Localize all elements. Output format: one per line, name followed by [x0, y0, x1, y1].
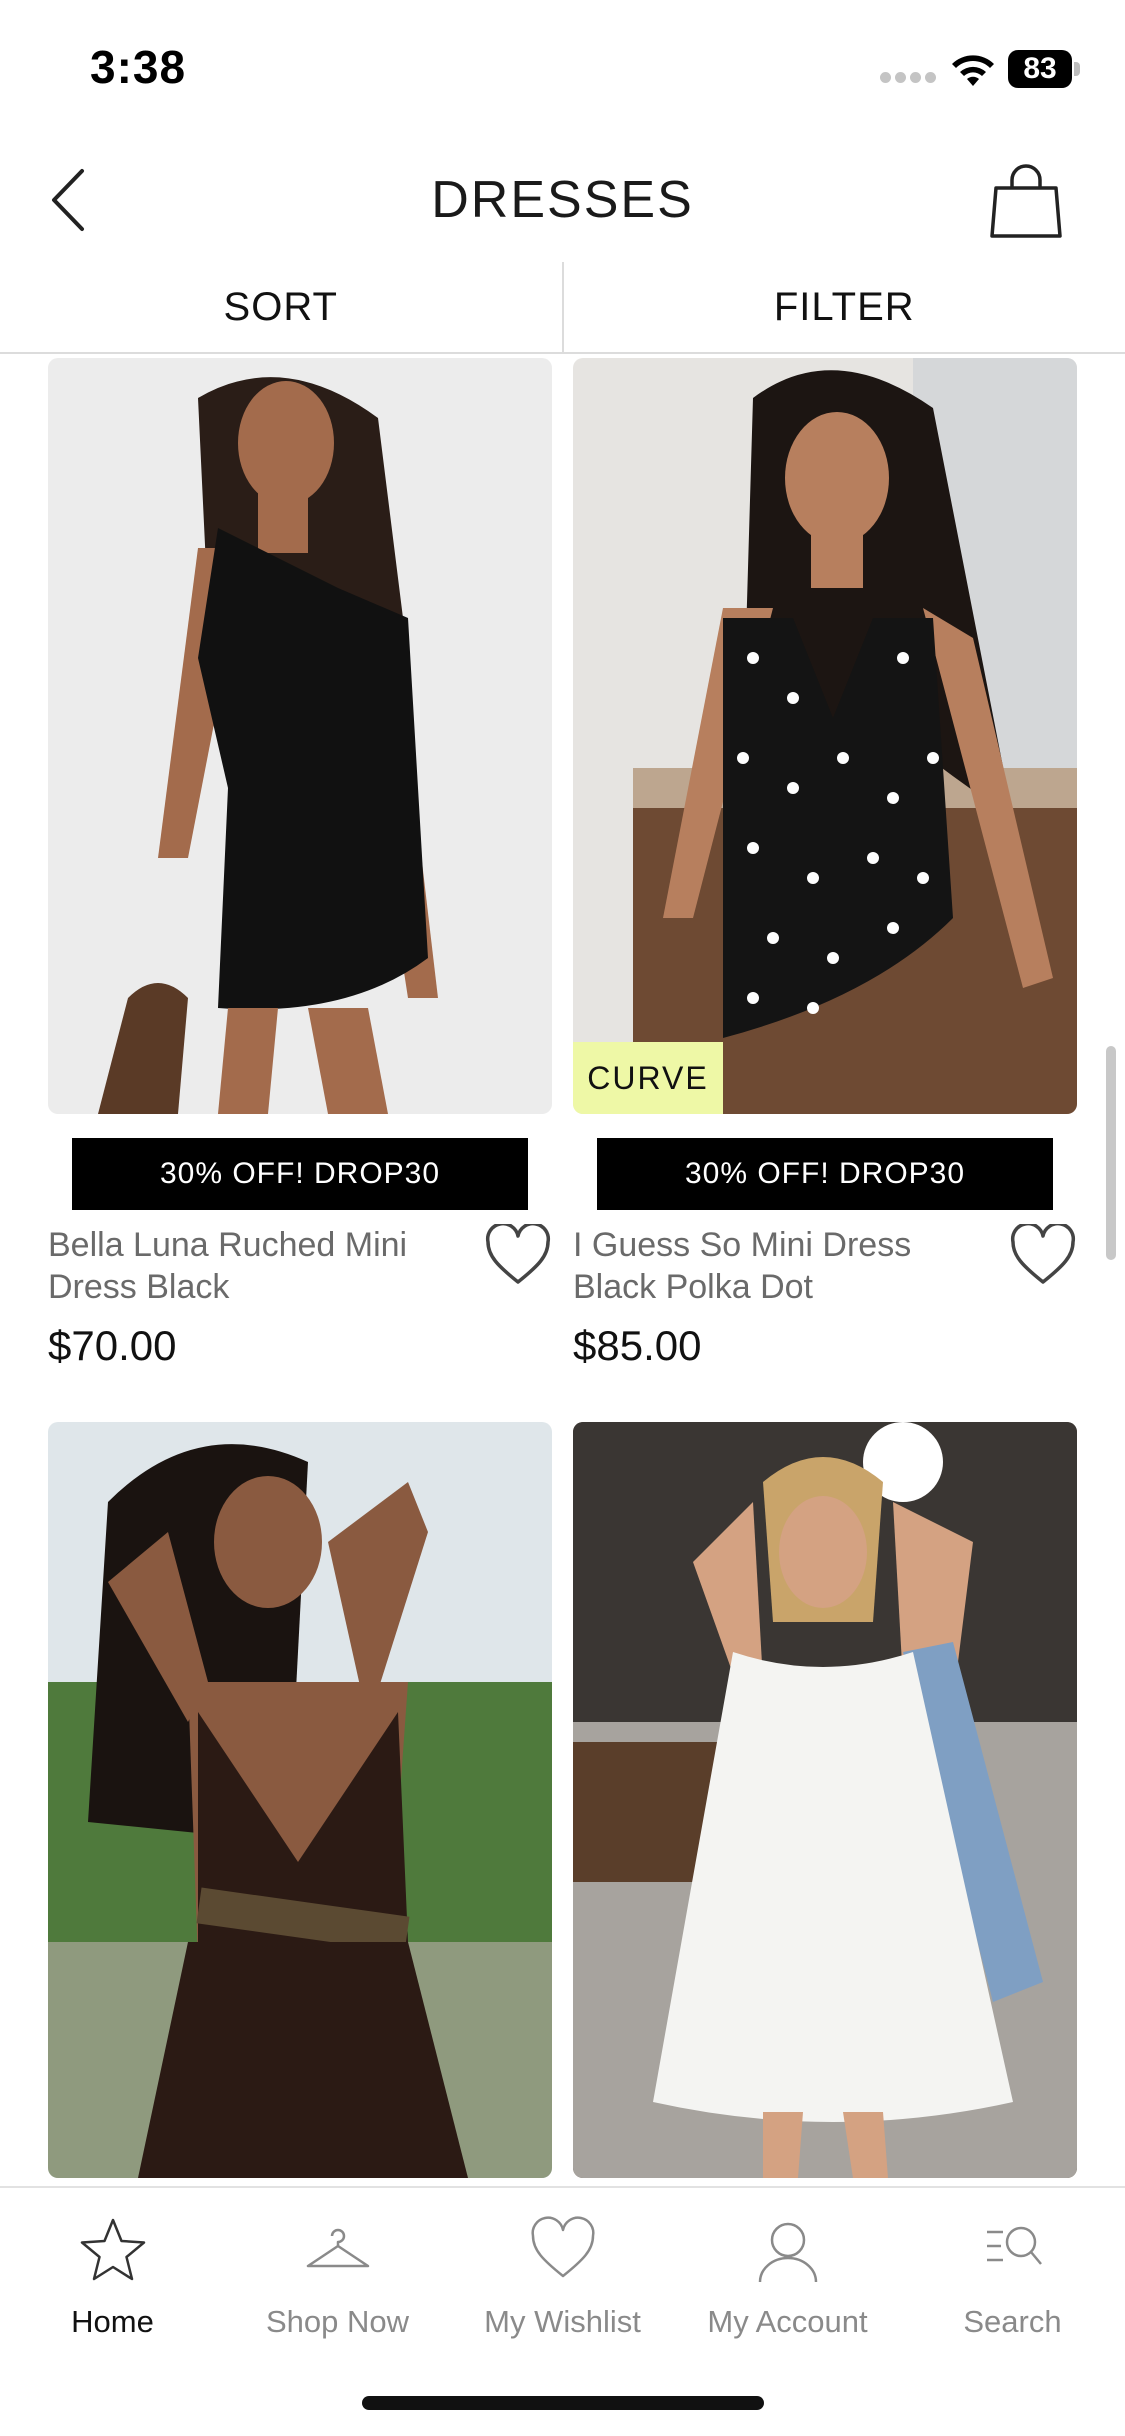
- product-card[interactable]: [573, 1422, 1077, 2178]
- product-image[interactable]: [573, 1422, 1077, 2178]
- wifi-icon: [952, 55, 994, 86]
- product-grid: 30% OFF! DROP30 Bella Luna Ruched Mini D…: [0, 356, 1125, 2186]
- heart-icon: [530, 2216, 595, 2278]
- product-image[interactable]: [48, 1422, 552, 2178]
- status-bar: 3:38 83: [0, 0, 1125, 140]
- product-image[interactable]: [48, 358, 552, 1114]
- wishlist-button[interactable]: [484, 1222, 552, 1288]
- product-price: $70.00: [48, 1322, 177, 1369]
- search-icon: [986, 2226, 1042, 2265]
- tab-shop-now[interactable]: Shop Now: [225, 2214, 450, 2364]
- person-icon: [758, 2222, 817, 2283]
- product-price: $85.00: [573, 1322, 702, 1369]
- home-indicator: [362, 2396, 764, 2410]
- sort-button[interactable]: SORT: [0, 262, 562, 352]
- filter-button[interactable]: FILTER: [564, 262, 1125, 352]
- promo-code-banner: 30% OFF! DROP30: [597, 1138, 1053, 1210]
- shopping-bag-button[interactable]: [986, 158, 1066, 242]
- sort-filter-bar: SORT FILTER: [0, 262, 1125, 354]
- heart-icon: [485, 1222, 551, 1284]
- curve-badge: CURVE: [573, 1042, 723, 1114]
- scrollbar[interactable]: [1106, 1046, 1116, 1260]
- tab-wishlist[interactable]: My Wishlist: [450, 2214, 675, 2364]
- star-icon: [80, 2218, 145, 2281]
- promo-code-banner: 30% OFF! DROP30: [72, 1138, 528, 1210]
- tab-label: My Account: [707, 2304, 868, 2339]
- tab-label: Home: [71, 2304, 154, 2339]
- page-title: DRESSES: [431, 171, 694, 229]
- tab-label: Shop Now: [265, 2304, 410, 2339]
- battery-level: 83: [1023, 52, 1057, 85]
- tab-label: My Wishlist: [484, 2304, 641, 2339]
- tab-search[interactable]: Search: [900, 2214, 1125, 2364]
- shopping-bag-icon: [990, 164, 1062, 238]
- product-card[interactable]: CURVE 30% OFF! DROP30 I Guess So Mini Dr…: [573, 358, 1077, 1370]
- status-time: 3:38: [90, 41, 187, 93]
- tab-home[interactable]: Home: [0, 2214, 225, 2364]
- hanger-icon: [306, 2228, 369, 2268]
- heart-icon: [1010, 1222, 1076, 1284]
- battery-icon: 83: [1008, 50, 1080, 88]
- tab-label: Search: [963, 2304, 1062, 2339]
- product-card[interactable]: [48, 1422, 552, 2178]
- product-card[interactable]: 30% OFF! DROP30 Bella Luna Ruched Mini D…: [48, 358, 552, 1370]
- product-name[interactable]: Bella Luna Ruched Mini Dress Black: [48, 1224, 458, 1308]
- tab-account[interactable]: My Account: [675, 2214, 900, 2364]
- product-image[interactable]: CURVE: [573, 358, 1077, 1114]
- wishlist-button[interactable]: [1009, 1222, 1077, 1288]
- header: DRESSES: [0, 140, 1125, 260]
- product-name[interactable]: I Guess So Mini Dress Black Polka Dot: [573, 1224, 983, 1308]
- cellular-signal-icon: [880, 72, 936, 84]
